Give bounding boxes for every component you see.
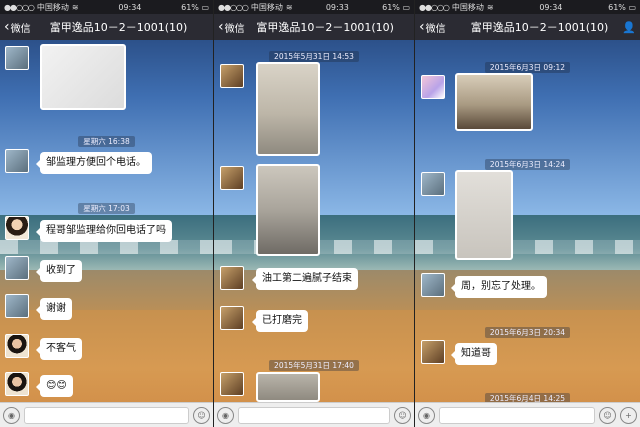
chevron-left-icon: ‹ — [419, 19, 425, 35]
emoji-icon[interactable]: ☺ — [193, 406, 210, 424]
message-bubble[interactable]: 邹监理方便回个电话。 — [36, 152, 152, 174]
back-label: 微信 — [224, 23, 245, 35]
timestamp: 2015年6月3日 14:24 — [415, 152, 640, 171]
message-bubble[interactable]: 程哥邹监理给你回电话了吗 — [36, 220, 172, 242]
chevron-left-icon: ‹ — [218, 19, 224, 35]
avatar[interactable] — [5, 216, 29, 240]
avatar[interactable] — [421, 172, 445, 196]
chat-title: 富甲逸品10－2－1001(10) — [470, 21, 609, 34]
message-bubble[interactable]: 😊😊 — [36, 375, 73, 397]
chat-panel-1: ●●○○○ 中国移动 ≋ 09:34 61% ▭ ‹ 微信 富甲逸品10－2－1… — [0, 0, 213, 427]
battery-icon: ▭ — [201, 2, 209, 12]
nav-bar: ‹ 微信 富甲逸品10－2－1001(10) 👤 — [415, 14, 640, 40]
avatar[interactable] — [220, 306, 244, 330]
back-button[interactable]: ‹ 微信 — [419, 20, 461, 35]
avatar[interactable] — [5, 256, 29, 280]
input-bar: ◉ ☺ — [0, 402, 213, 427]
image-message[interactable] — [455, 73, 533, 131]
carrier-label: 中国移动 — [250, 2, 283, 12]
avatar[interactable] — [220, 372, 244, 396]
battery-percent: 61% — [608, 2, 626, 12]
voice-icon[interactable]: ◉ — [217, 406, 234, 424]
signal-icon: ●●○○○ — [218, 2, 249, 12]
battery-percent: 61% — [181, 2, 199, 12]
avatar[interactable] — [5, 334, 29, 358]
status-bar: ●●○○○ 中国移动 ≋ 09:34 61% ▭ — [415, 0, 640, 14]
back-button[interactable]: ‹ 微信 — [218, 20, 256, 35]
back-label: 微信 — [425, 23, 446, 35]
timestamp: 星期六 16:38 — [0, 129, 213, 148]
voice-icon[interactable]: ◉ — [418, 406, 435, 424]
avatar[interactable] — [5, 149, 29, 173]
avatar[interactable] — [220, 166, 244, 190]
message-bubble[interactable]: 不客气 — [36, 338, 82, 360]
message-input[interactable] — [24, 406, 189, 424]
clock: 09:33 — [325, 2, 349, 12]
carrier-label: 中国移动 — [451, 2, 484, 12]
message-bubble[interactable]: 油工第二遍腻子结束 — [252, 268, 358, 290]
message-bubble[interactable]: 周，别忘了处理。 — [451, 276, 547, 298]
wifi-icon: ≋ — [486, 2, 494, 12]
battery-percent: 61% — [382, 2, 400, 12]
avatar[interactable] — [220, 266, 244, 290]
avatar[interactable] — [220, 64, 244, 88]
timestamp: 2015年6月3日 09:12 — [415, 55, 640, 74]
chat-panel-3: ●●○○○ 中国移动 ≋ 09:34 61% ▭ ‹ 微信 富甲逸品10－2－1… — [415, 0, 640, 427]
wifi-icon: ≋ — [285, 2, 293, 12]
back-button[interactable]: ‹ 微信 — [4, 20, 46, 35]
message-bubble[interactable]: 收到了 — [36, 260, 82, 282]
signal-icon: ●●○○○ — [4, 2, 35, 12]
input-bar: ◉ ☺ — [214, 402, 414, 427]
emoji-icon[interactable]: ☺ — [394, 406, 411, 424]
message-input[interactable] — [439, 406, 595, 424]
battery-icon: ▭ — [628, 2, 636, 12]
person-icon[interactable]: 👤 — [618, 21, 640, 34]
avatar[interactable] — [5, 372, 29, 396]
battery-icon: ▭ — [402, 2, 410, 12]
timestamp: 星期六 17:03 — [0, 196, 213, 215]
status-bar: ●●○○○ 中国移动 ≋ 09:34 61% ▭ — [0, 0, 213, 14]
image-message[interactable] — [455, 170, 513, 260]
carrier-label: 中国移动 — [36, 2, 69, 12]
clock: 09:34 — [118, 2, 142, 12]
chat-panel-2: ●●○○○ 中国移动 ≋ 09:33 61% ▭ ‹ 微信 富甲逸品10－2－1… — [214, 0, 414, 427]
avatar[interactable] — [421, 75, 445, 99]
clock: 09:34 — [539, 2, 563, 12]
avatar[interactable] — [421, 273, 445, 297]
message-bubble[interactable]: 已打磨完 — [252, 310, 308, 332]
message-bubble[interactable]: 谢谢 — [36, 298, 72, 320]
image-message[interactable] — [40, 44, 126, 110]
avatar[interactable] — [5, 294, 29, 318]
avatar[interactable] — [5, 46, 29, 70]
signal-icon: ●●○○○ — [419, 2, 450, 12]
input-bar: ◉ ☺ + — [415, 402, 640, 427]
chat-title: 富甲逸品10－2－1001(10) — [256, 21, 394, 34]
nav-bar: ‹ 微信 富甲逸品10－2－1001(10) — [0, 14, 213, 40]
timestamp: 2015年6月3日 20:34 — [415, 320, 640, 339]
timestamp: 2015年5月31日 17:40 — [214, 353, 414, 372]
status-bar: ●●○○○ 中国移动 ≋ 09:33 61% ▭ — [214, 0, 414, 14]
chat-title: 富甲逸品10－2－1001(10) — [49, 21, 188, 34]
emoji-icon[interactable]: ☺ — [599, 406, 616, 424]
timestamp: 2015年5月31日 14:53 — [214, 44, 414, 63]
image-message[interactable] — [256, 164, 320, 256]
image-message[interactable] — [256, 62, 320, 156]
nav-bar: ‹ 微信 富甲逸品10－2－1001(10) — [214, 14, 414, 40]
voice-icon[interactable]: ◉ — [3, 406, 20, 424]
message-bubble[interactable]: 知道哥 — [451, 343, 497, 365]
image-message[interactable] — [256, 372, 320, 402]
wifi-icon: ≋ — [71, 2, 79, 12]
plus-icon[interactable]: + — [620, 406, 637, 424]
back-label: 微信 — [10, 23, 31, 35]
chevron-left-icon: ‹ — [4, 19, 10, 35]
avatar[interactable] — [421, 340, 445, 364]
message-input[interactable] — [238, 406, 390, 424]
